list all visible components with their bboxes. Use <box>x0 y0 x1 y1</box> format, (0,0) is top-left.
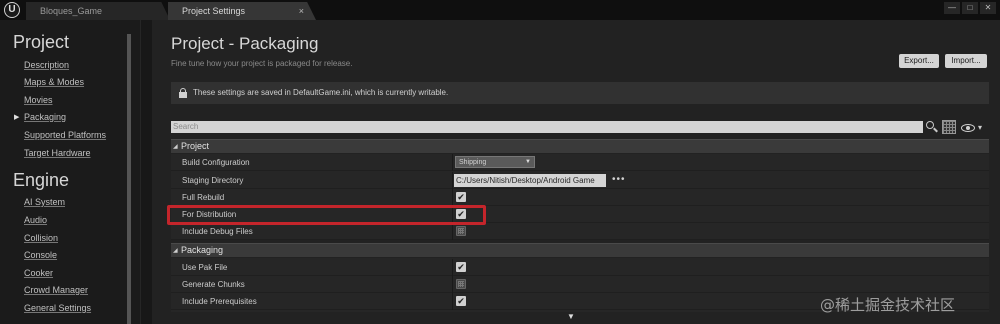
page-subtitle: Fine tune how your project is packaged f… <box>171 59 353 68</box>
sidebar-section-engine: Engine <box>13 170 70 190</box>
category-label: Packaging <box>181 245 224 255</box>
row-build-configuration: Build Configuration Shipping ▼ <box>171 154 989 171</box>
tab-project-settings[interactable]: Project Settings × <box>168 2 316 20</box>
config-notice-bar: These settings are saved in DefaultGame.… <box>171 82 989 104</box>
property-label: Include Prerequisites <box>182 297 257 306</box>
sidebar-item-cooker[interactable]: Cooker <box>24 268 53 278</box>
sidebar-item-ai-system[interactable]: AI System <box>24 197 65 207</box>
settings-sidebar: Project Description Maps & Modes Movies … <box>0 20 140 324</box>
for-distribution-highlight <box>167 205 486 225</box>
category-packaging[interactable]: ◢ Packaging <box>171 243 989 257</box>
sidebar-item-audio[interactable]: Audio <box>24 215 47 225</box>
category-project[interactable]: ◢ Project <box>171 139 989 153</box>
tab-label: Bloques_Game <box>40 6 103 16</box>
tab-bloques-game[interactable]: Bloques_Game <box>26 2 170 20</box>
include-debug-files-checkbox[interactable] <box>456 226 466 236</box>
row-use-pak-file: Use Pak File ✔ <box>171 259 989 276</box>
unreal-logo-icon: U <box>4 2 20 18</box>
minimize-icon[interactable]: — <box>944 2 960 14</box>
row-full-rebuild: Full Rebuild ✔ <box>171 189 989 206</box>
collapse-arrow-icon: ◢ <box>173 144 178 150</box>
dropdown-value: Shipping <box>459 159 487 166</box>
scroll-down-icon[interactable]: ▼ <box>567 312 575 321</box>
sidebar-item-crowd-manager[interactable]: Crowd Manager <box>24 285 88 295</box>
property-label: Use Pak File <box>182 263 228 272</box>
property-label: Include Debug Files <box>182 227 253 236</box>
selected-arrow-icon: ▶ <box>14 114 20 121</box>
close-window-icon[interactable]: ✕ <box>980 2 996 14</box>
sidebar-item-movies[interactable]: Movies <box>24 95 53 105</box>
build-configuration-dropdown[interactable]: Shipping ▼ <box>455 156 535 168</box>
property-label: Build Configuration <box>182 158 250 167</box>
sidebar-item-collision[interactable]: Collision <box>24 233 58 243</box>
window-controls: — □ ✕ <box>944 2 996 14</box>
sidebar-item-packaging[interactable]: Packaging <box>24 112 66 122</box>
property-label: Staging Directory <box>182 176 244 185</box>
row-include-debug-files: Include Debug Files <box>171 223 989 240</box>
dropdown-arrow-icon: ▼ <box>525 159 531 165</box>
search-icon[interactable] <box>924 120 938 134</box>
sidebar-item-general-settings[interactable]: General Settings <box>24 303 91 313</box>
property-label: Generate Chunks <box>182 280 245 289</box>
use-pak-file-checkbox[interactable]: ✔ <box>456 262 466 272</box>
page-title: Project - Packaging <box>171 34 319 53</box>
include-prerequisites-checkbox[interactable]: ✔ <box>456 296 466 306</box>
search-input[interactable]: Search <box>171 121 923 133</box>
chevron-down-icon[interactable]: ▾ <box>978 123 982 132</box>
watermark: @稀土掘金技术社区 <box>820 296 956 314</box>
lock-icon <box>179 88 187 98</box>
full-rebuild-checkbox[interactable]: ✔ <box>456 192 466 202</box>
maximize-icon[interactable]: □ <box>962 2 978 14</box>
sidebar-item-target-hardware[interactable]: Target Hardware <box>24 148 91 158</box>
sidebar-item-supported-platforms[interactable]: Supported Platforms <box>24 130 106 140</box>
browse-button[interactable]: ••• <box>612 174 626 185</box>
row-staging-directory: Staging Directory C:/Users/Nitish/Deskto… <box>171 172 989 189</box>
property-label: Full Rebuild <box>182 193 225 202</box>
generate-chunks-checkbox[interactable] <box>456 279 466 289</box>
category-label: Project <box>181 141 210 151</box>
notice-text: These settings are saved in DefaultGame.… <box>193 88 449 97</box>
row-generate-chunks: Generate Chunks <box>171 276 989 293</box>
title-bar: U Bloques_Game Project Settings × — □ ✕ <box>0 0 1000 20</box>
grid-view-icon[interactable] <box>942 120 956 134</box>
sidebar-item-description[interactable]: Description <box>24 60 69 70</box>
tab-label: Project Settings <box>182 6 246 16</box>
export-button[interactable]: Export... <box>899 54 939 68</box>
sidebar-item-maps-modes[interactable]: Maps & Modes <box>24 77 84 87</box>
collapse-arrow-icon: ◢ <box>173 248 178 254</box>
settings-main-panel: Project - Packaging Fine tune how your p… <box>152 20 1000 324</box>
staging-directory-field[interactable]: C:/Users/Nitish/Desktop/Android Game <box>454 174 606 187</box>
eye-icon[interactable] <box>961 124 975 132</box>
sidebar-scrollbar[interactable] <box>127 34 131 324</box>
import-button[interactable]: Import... <box>945 54 987 68</box>
sidebar-item-console[interactable]: Console <box>24 250 57 260</box>
sidebar-section-project: Project <box>13 32 70 52</box>
close-tab-icon[interactable]: × <box>299 2 304 20</box>
panel-divider[interactable] <box>140 20 152 324</box>
